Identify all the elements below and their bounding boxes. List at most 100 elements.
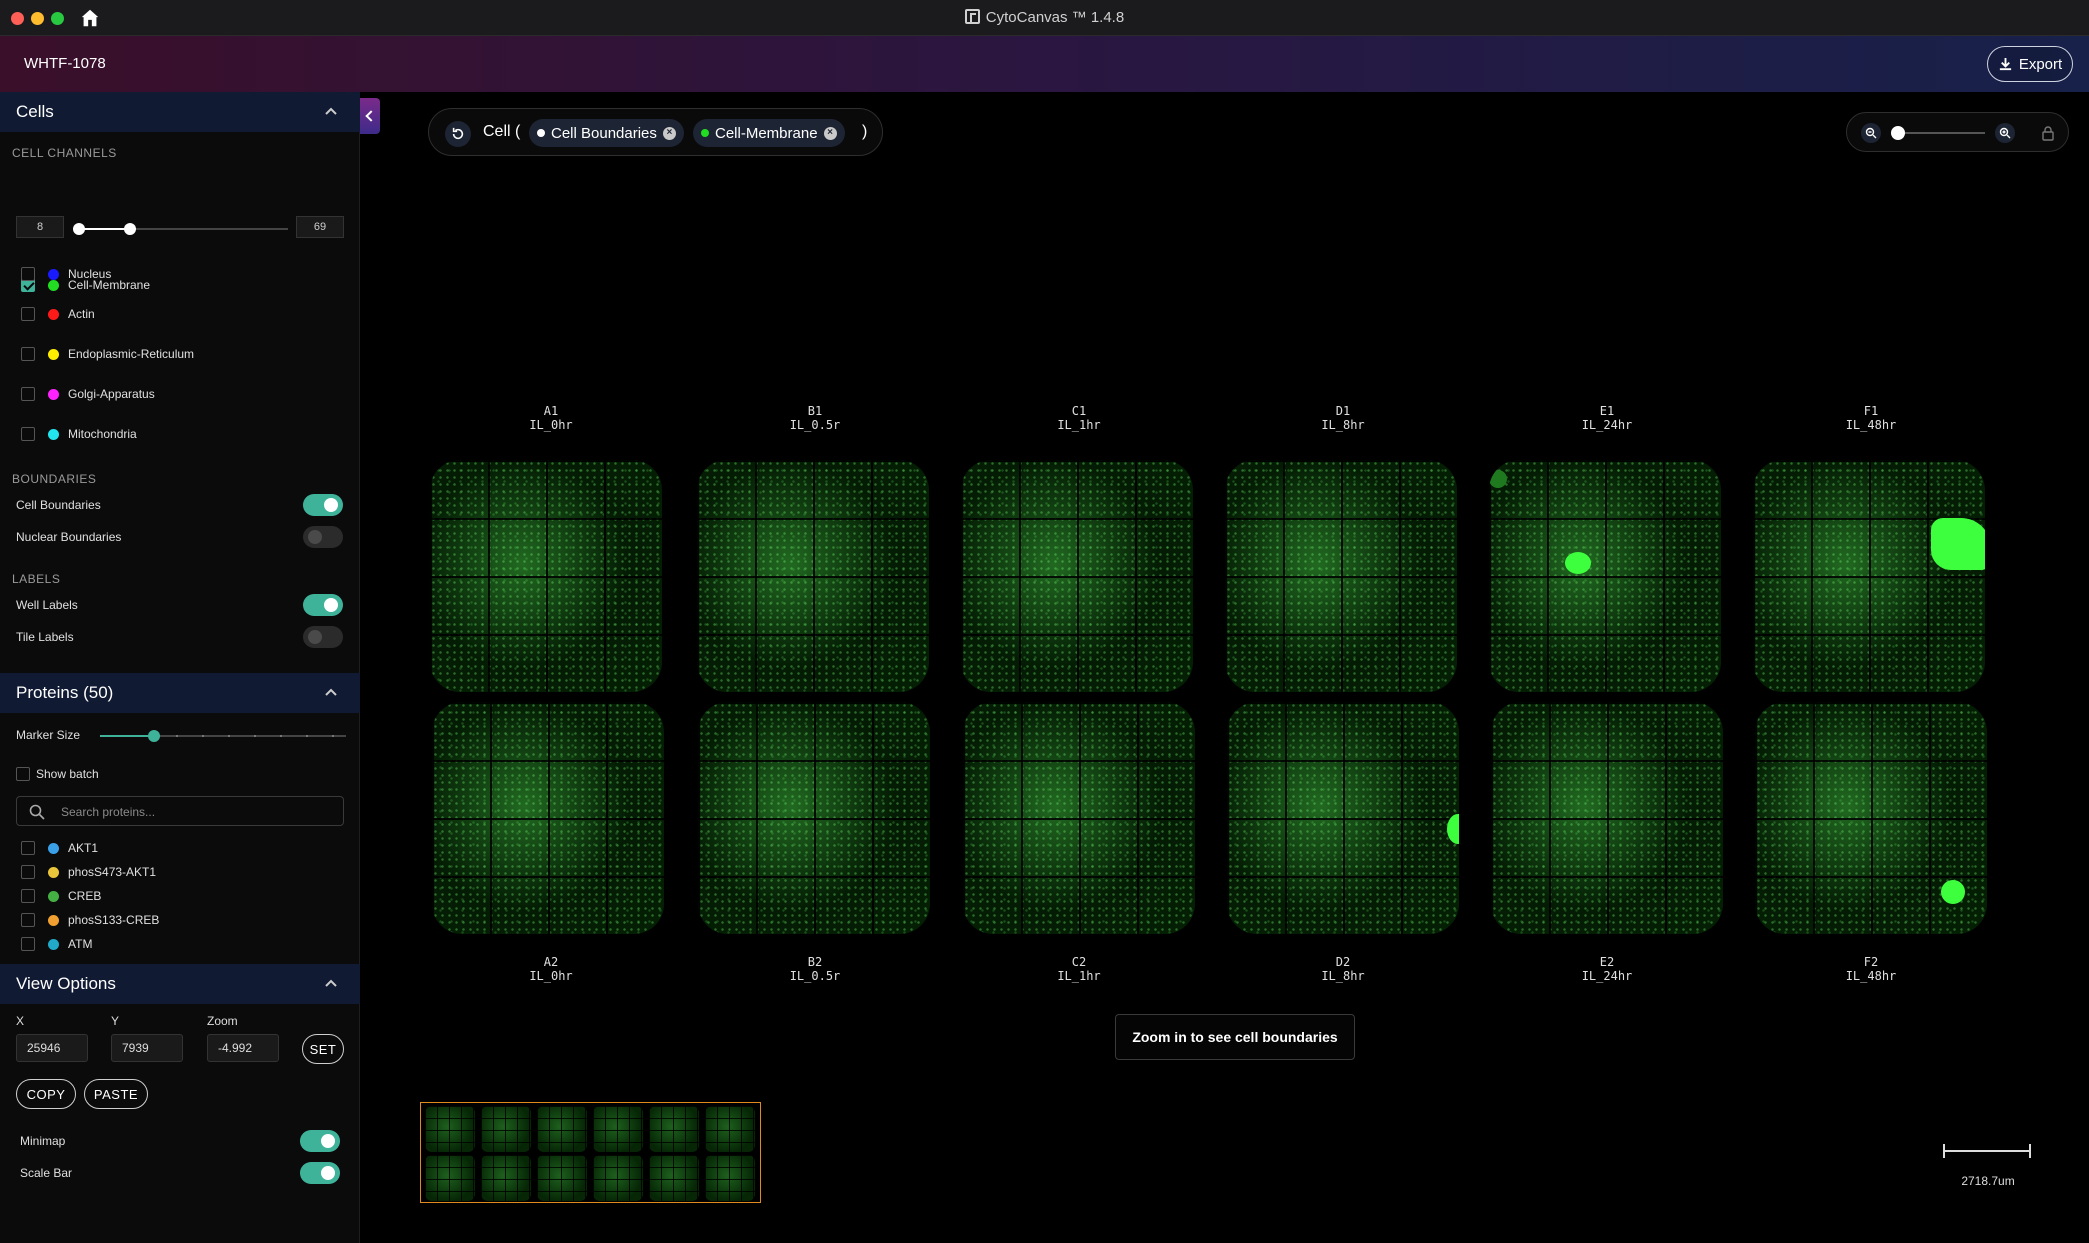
sidebar: Cells CELL CHANNELS Cell-Membrane 8 69 N… [0, 92, 360, 1243]
well-label-e2: E2 IL_24hr [1581, 955, 1633, 983]
minimap-toggle[interactable] [300, 1130, 340, 1152]
well-e2[interactable] [1491, 702, 1723, 934]
nuclear-boundaries-toggle[interactable] [303, 526, 343, 548]
protein-item[interactable]: CREB [0, 885, 360, 907]
zoom-slider[interactable] [1891, 132, 1985, 134]
well-d2[interactable] [1227, 702, 1459, 934]
channel-row-nucleus[interactable]: Nucleus [0, 263, 360, 285]
protein-checkbox[interactable] [21, 937, 35, 951]
channel-row-actin[interactable]: Actin [0, 303, 360, 325]
app-title: CytoCanvas ™ 1.4.8 [0, 9, 2089, 26]
search-icon [29, 804, 45, 820]
well-d1[interactable] [1225, 460, 1457, 692]
filter-chip-cell-boundaries[interactable]: Cell Boundaries × [529, 119, 684, 147]
x-field[interactable]: 25946 [16, 1034, 88, 1062]
range-slider-min-handle[interactable] [73, 223, 85, 235]
zoom-slider-handle[interactable] [1891, 126, 1905, 140]
well-e1[interactable] [1489, 460, 1721, 692]
protein-item[interactable]: ATM [0, 933, 360, 955]
channel-checkbox[interactable] [21, 387, 35, 401]
well-a2[interactable] [432, 702, 664, 934]
scale-bar-toggle[interactable] [300, 1162, 340, 1184]
range-max-input[interactable]: 69 [296, 216, 344, 238]
protein-item[interactable]: phosS133-CREB [0, 909, 360, 931]
channel-checkbox[interactable] [21, 347, 35, 361]
channel-checkbox[interactable] [21, 427, 35, 441]
view-options-section-header[interactable]: View Options [0, 964, 360, 1004]
protein-item[interactable]: AKT1 [0, 837, 360, 859]
protein-item[interactable]: phosS473-AKT1 [0, 861, 360, 883]
reset-icon [452, 127, 464, 140]
zoom-out-icon [1865, 127, 1877, 139]
copy-button[interactable]: COPY [16, 1079, 76, 1109]
proteins-section-header[interactable]: Proteins (50) [0, 673, 360, 713]
search-input[interactable] [61, 803, 331, 821]
minimap-well [649, 1106, 699, 1152]
protein-search-field[interactable] [16, 796, 344, 826]
set-button[interactable]: SET [302, 1034, 344, 1064]
well-label-c1: C1 IL_1hr [1057, 404, 1101, 432]
cell-boundaries-toggle[interactable] [303, 494, 343, 516]
chevron-up-icon[interactable] [324, 687, 338, 697]
scale-bar [1943, 1144, 2031, 1158]
remove-chip-icon[interactable]: × [823, 126, 837, 140]
protein-color-dot [48, 938, 59, 950]
channel-row-endoplasmic-reticulum[interactable]: Endoplasmic-Reticulum [0, 343, 360, 365]
minimap[interactable] [420, 1102, 761, 1203]
channel-row-golgi-apparatus[interactable]: Golgi-Apparatus [0, 383, 360, 405]
minimap-well [705, 1106, 755, 1152]
well-c1[interactable] [961, 460, 1193, 692]
well-f1[interactable] [1753, 460, 1985, 692]
well-label-b1: B1 IL_0.5r [789, 404, 841, 432]
range-min-input[interactable]: 8 [16, 216, 64, 238]
channel-color-dot [48, 268, 59, 280]
range-slider-max-handle[interactable] [124, 223, 136, 235]
chevron-up-icon[interactable] [324, 978, 338, 988]
channel-color-dot [48, 348, 59, 360]
well-f2[interactable] [1755, 702, 1987, 934]
show-batch-checkbox[interactable] [16, 767, 30, 781]
minimap-row: Minimap [0, 1130, 360, 1152]
boundaries-label: BOUNDARIES [12, 472, 97, 486]
well-label-a2: A2 IL_0hr [529, 955, 573, 983]
channel-checkbox[interactable] [21, 307, 35, 321]
zoom-hint-message: Zoom in to see cell boundaries [1115, 1014, 1355, 1060]
protein-color-dot [48, 890, 59, 902]
filter-suffix: ) [862, 123, 868, 140]
reset-button[interactable] [445, 121, 471, 147]
remove-chip-icon[interactable]: × [662, 126, 676, 140]
well-label-c2: C2 IL_1hr [1057, 955, 1101, 983]
y-field[interactable]: 7939 [111, 1034, 183, 1062]
show-batch-row[interactable]: Show batch [0, 763, 360, 785]
cells-section-header[interactable]: Cells [0, 92, 360, 132]
zoom-field[interactable]: -4.992 [207, 1034, 279, 1062]
paste-button[interactable]: PASTE [84, 1079, 148, 1109]
minimap-well [649, 1155, 699, 1201]
channel-row-mitochondria[interactable]: Mitochondria [0, 423, 360, 445]
protein-checkbox[interactable] [21, 865, 35, 879]
tile-labels-toggle[interactable] [303, 626, 343, 648]
protein-checkbox[interactable] [21, 841, 35, 855]
well-b2[interactable] [698, 702, 930, 934]
well-a1[interactable] [430, 460, 662, 692]
well-c2[interactable] [963, 702, 1195, 934]
well-b1[interactable] [697, 460, 929, 692]
collapse-sidebar-button[interactable] [360, 98, 380, 134]
x-label: X [16, 1014, 25, 1028]
minimap-well [537, 1106, 587, 1152]
protein-color-dot [48, 842, 59, 854]
channel-color-dot [48, 428, 59, 440]
chevron-up-icon[interactable] [324, 106, 338, 116]
bright-spot [1941, 880, 1965, 904]
lock-icon[interactable] [2041, 125, 2055, 141]
zoom-in-button[interactable] [1995, 123, 2015, 143]
protein-checkbox[interactable] [21, 889, 35, 903]
well-labels-toggle[interactable] [303, 594, 343, 616]
filter-chip-cell-membrane[interactable]: Cell-Membrane × [693, 119, 845, 147]
marker-size-handle[interactable] [148, 730, 160, 742]
channel-checkbox[interactable] [21, 267, 35, 281]
title-bar: CytoCanvas ™ 1.4.8 [0, 0, 2089, 36]
zoom-out-button[interactable] [1861, 123, 1881, 143]
export-button[interactable]: Export [1987, 46, 2073, 82]
protein-checkbox[interactable] [21, 913, 35, 927]
